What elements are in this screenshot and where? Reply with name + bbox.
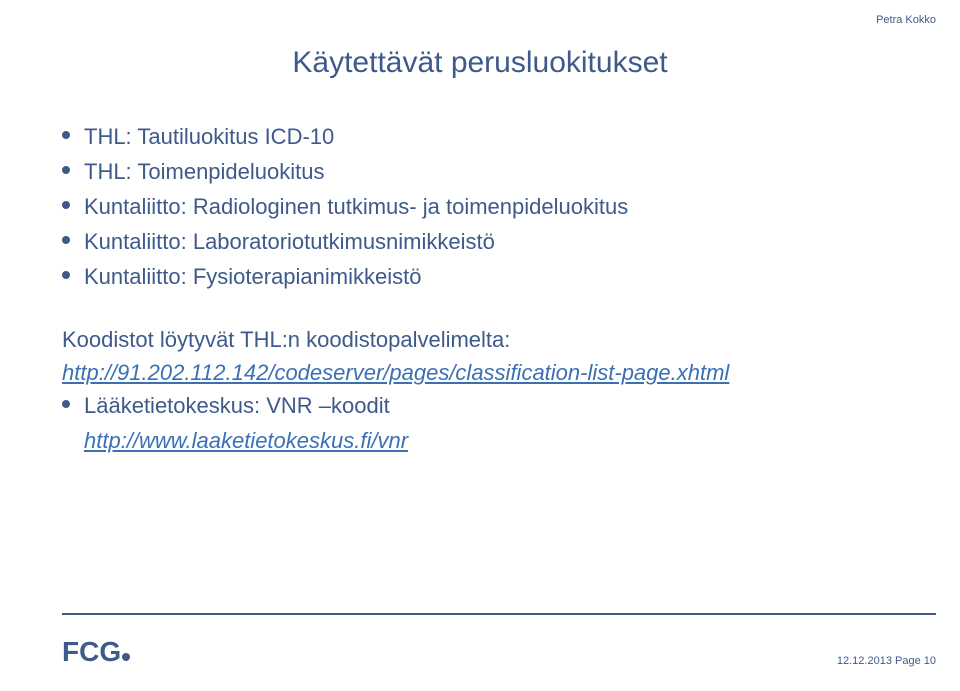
link-line: http://91.202.112.142/codeserver/pages/c… bbox=[62, 356, 898, 389]
link-line: http://www.laaketietokeskus.fi/vnr bbox=[62, 424, 898, 457]
fcg-logo: FCG bbox=[62, 631, 152, 671]
list-item-text: Kuntaliitto: Radiologinen tutkimus- ja t… bbox=[84, 194, 628, 219]
footer-meta: 12.12.2013 Page 10 bbox=[837, 655, 936, 667]
codeserver-link[interactable]: http://91.202.112.142/codeserver/pages/c… bbox=[62, 360, 729, 385]
bullet-list-secondary: Lääketietokeskus: VNR –koodit bbox=[62, 389, 898, 422]
list-item-text: Kuntaliitto: Fysioterapianimikkeistö bbox=[84, 264, 421, 289]
list-item: Kuntaliitto: Fysioterapianimikkeistö bbox=[62, 260, 898, 293]
list-item: THL: Tautiluokitus ICD-10 bbox=[62, 120, 898, 153]
slide-title: Käytettävät perusluokitukset bbox=[0, 46, 960, 80]
slide: Petra Kokko Käytettävät perusluokitukset… bbox=[0, 0, 960, 691]
list-item: THL: Toimenpideluokitus bbox=[62, 155, 898, 188]
bullet-list-primary: THL: Tautiluokitus ICD-10 THL: Toimenpid… bbox=[62, 120, 898, 293]
logo-dot-icon bbox=[122, 653, 130, 661]
list-item-text: THL: Toimenpideluokitus bbox=[84, 159, 325, 184]
list-item-text: Lääketietokeskus: VNR –koodit bbox=[84, 393, 390, 418]
author-name: Petra Kokko bbox=[876, 14, 936, 26]
footer-page-text: Page 10 bbox=[895, 655, 936, 667]
logo-text: FCG bbox=[62, 636, 121, 667]
content-area: THL: Tautiluokitus ICD-10 THL: Toimenpid… bbox=[62, 120, 898, 457]
paragraph: Koodistot löytyvät THL:n koodistopalveli… bbox=[62, 323, 898, 356]
list-item: Kuntaliitto: Laboratoriotutkimusnimikkei… bbox=[62, 225, 898, 258]
footer-date-text: 12.12.2013 bbox=[837, 655, 892, 667]
list-item-text: THL: Tautiluokitus ICD-10 bbox=[84, 124, 334, 149]
list-item: Lääketietokeskus: VNR –koodit bbox=[62, 389, 898, 422]
list-item-text: Kuntaliitto: Laboratoriotutkimusnimikkei… bbox=[84, 229, 495, 254]
laaketietokeskus-link[interactable]: http://www.laaketietokeskus.fi/vnr bbox=[84, 428, 408, 453]
footer-divider bbox=[62, 613, 936, 615]
list-item: Kuntaliitto: Radiologinen tutkimus- ja t… bbox=[62, 190, 898, 223]
